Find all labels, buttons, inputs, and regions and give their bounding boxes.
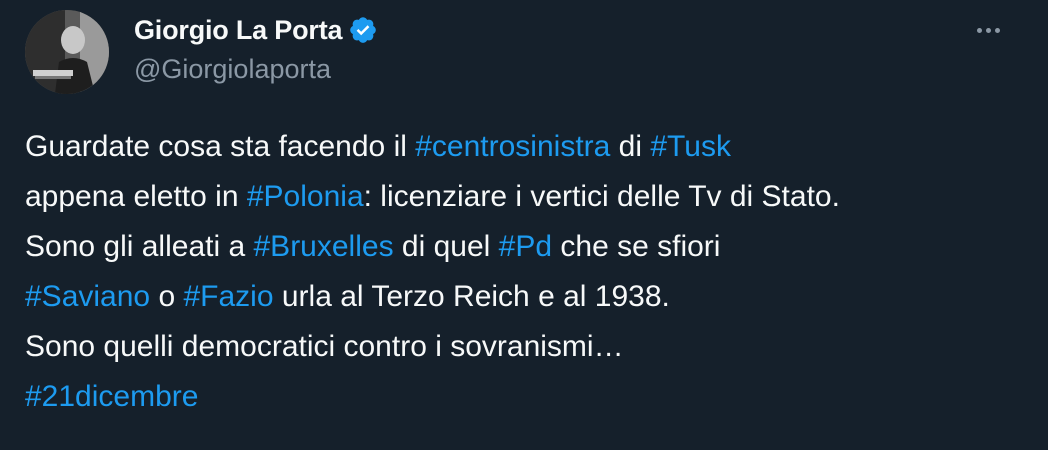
- tweet-line: Sono gli alleati a #Bruxelles di quel #P…: [25, 222, 1025, 272]
- tweet-line: Sono quelli democratici contro i sovrani…: [25, 322, 1025, 372]
- more-dot-icon: [985, 27, 991, 33]
- tweet-text-segment: : licenziare i vertici delle Tv di Stato…: [363, 180, 840, 213]
- author-display-name[interactable]: Giorgio La Porta: [134, 15, 343, 46]
- tweet-text: Guardate cosa sta facendo il #centrosini…: [25, 122, 1025, 422]
- author-name-row: Giorgio La Porta: [134, 12, 378, 48]
- hashtag-link[interactable]: #Fazio: [183, 280, 273, 313]
- verified-badge-icon: [348, 15, 378, 45]
- avatar[interactable]: [25, 10, 109, 94]
- tweet-line: #Saviano o #Fazio urla al Terzo Reich e …: [25, 272, 1025, 322]
- author-handle[interactable]: @Giorgiolaporta: [134, 54, 331, 85]
- hashtag-link[interactable]: #Polonia: [247, 180, 364, 213]
- tweet-card: Giorgio La Porta @Giorgiolaporta Guardat…: [0, 0, 1048, 450]
- avatar-image: [25, 10, 109, 94]
- tweet-text-segment: di: [610, 130, 651, 163]
- hashtag-link[interactable]: #Pd: [499, 230, 552, 263]
- more-dot-icon: [976, 27, 982, 33]
- tweet-text-segment: o: [150, 280, 184, 313]
- tweet-text-segment: appena eletto in: [25, 180, 247, 213]
- tweet-text-segment: di quel: [393, 230, 499, 263]
- hashtag-link[interactable]: #Saviano: [25, 280, 150, 313]
- hashtag-link[interactable]: #Bruxelles: [254, 230, 394, 263]
- tweet-text-segment: che se sfiori: [552, 230, 721, 263]
- tweet-text-segment: Sono quelli democratici contro i sovrani…: [25, 330, 624, 363]
- tweet-line: #21dicembre: [25, 372, 1025, 422]
- more-options-button[interactable]: [968, 16, 1008, 44]
- hashtag-link[interactable]: #centrosinistra: [415, 130, 610, 163]
- tweet-line: Guardate cosa sta facendo il #centrosini…: [25, 122, 1025, 172]
- tweet-text-segment: Sono gli alleati a: [25, 230, 254, 263]
- tweet-line: appena eletto in #Polonia: licenziare i …: [25, 172, 1025, 222]
- tweet-text-segment: Guardate cosa sta facendo il: [25, 130, 416, 163]
- hashtag-link[interactable]: #21dicembre: [25, 380, 198, 413]
- more-dot-icon: [994, 27, 1000, 33]
- tweet-text-segment: urla al Terzo Reich e al 1938.: [273, 280, 670, 313]
- hashtag-link[interactable]: #Tusk: [650, 130, 731, 163]
